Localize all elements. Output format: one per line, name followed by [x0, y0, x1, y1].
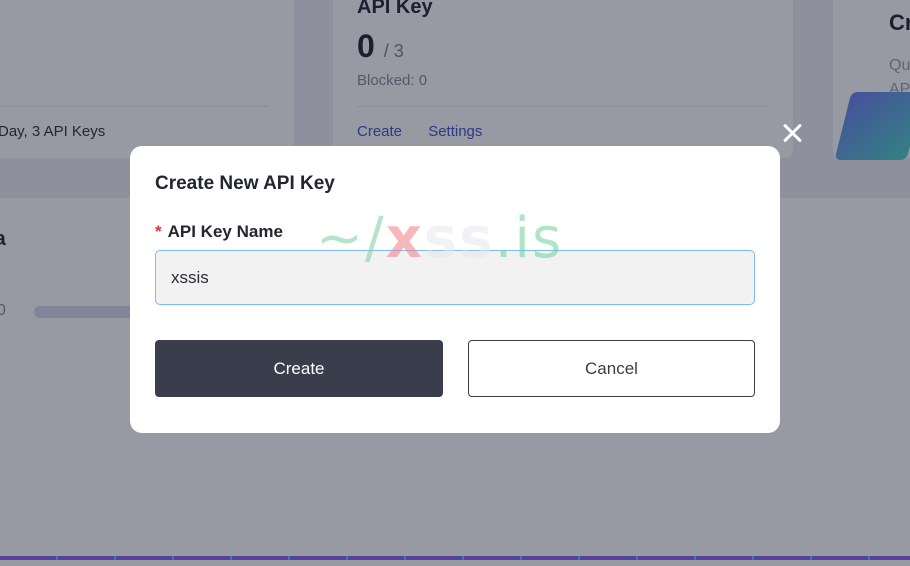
create-button[interactable]: Create [155, 340, 443, 397]
dialog-title: Create New API Key [155, 173, 335, 194]
required-asterisk: * [155, 222, 162, 241]
api-key-name-input[interactable] [155, 250, 755, 305]
close-icon[interactable] [780, 120, 806, 146]
api-key-name-label-text: API Key Name [167, 222, 283, 241]
api-key-name-label: * API Key Name [155, 222, 283, 242]
create-api-key-dialog: Create New API Key *API Key Name Create … [130, 146, 780, 433]
cancel-button[interactable]: Cancel [468, 340, 755, 397]
